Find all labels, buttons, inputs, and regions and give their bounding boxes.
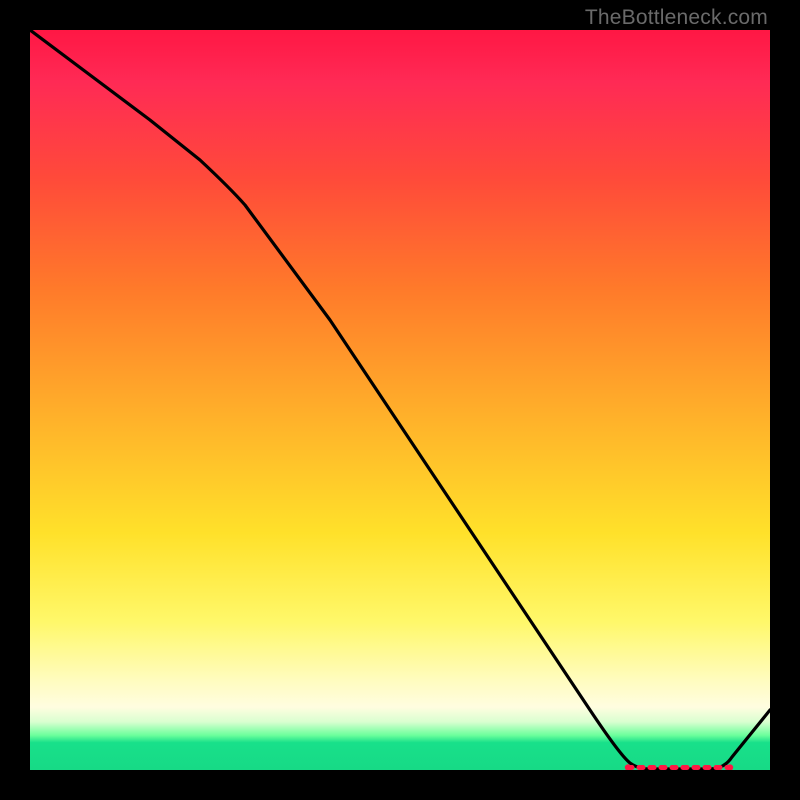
attribution-text: TheBottleneck.com [585, 6, 768, 30]
chart-frame [30, 30, 770, 770]
chart-line [30, 30, 770, 769]
chart-svg [30, 30, 770, 770]
